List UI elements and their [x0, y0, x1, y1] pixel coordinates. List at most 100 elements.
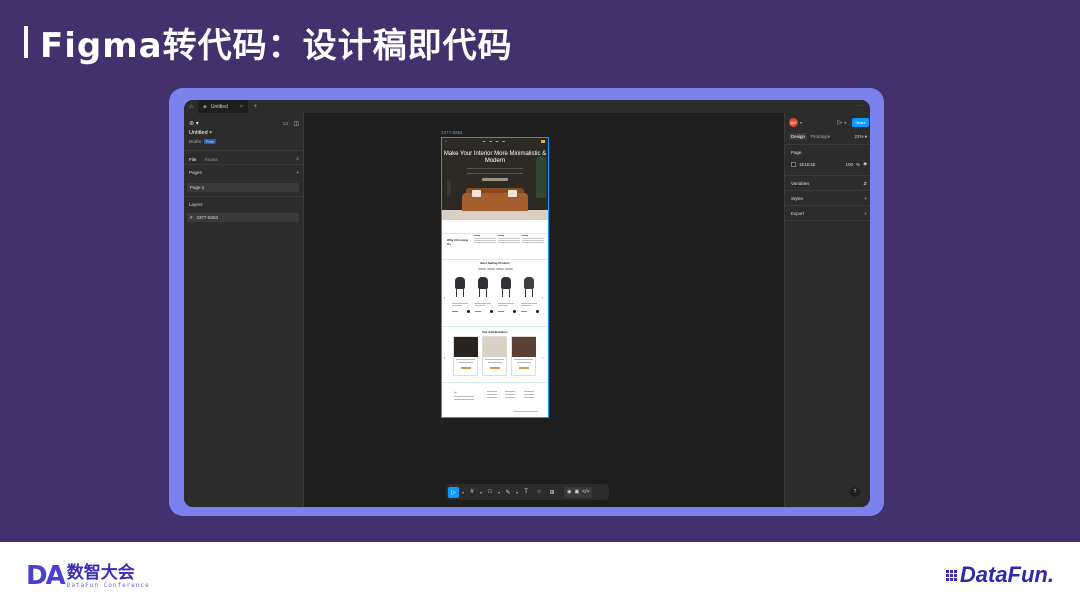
chevron-down-icon[interactable]: ▾ [480, 490, 482, 495]
pillow-image [472, 190, 481, 197]
variables-settings-icon[interactable]: ⇵ [863, 181, 867, 187]
add-export-icon[interactable]: + [864, 211, 867, 216]
file-info: Untitled ▾ Drafts Free [189, 130, 217, 144]
chevron-left-icon: ‹ [444, 355, 446, 360]
footer-text [454, 396, 474, 402]
divider [785, 205, 870, 206]
new-tab-button[interactable]: + [254, 104, 258, 110]
search-icon[interactable]: ⌕ [296, 156, 299, 162]
panel-tabs: File Assets ⌕ [189, 156, 299, 162]
artboard[interactable]: ▪▪ ▬ ▬ ▬ ▬ Make Your Interior More Minimali… [441, 137, 549, 418]
da-logo-en: DataFun Conference [66, 581, 150, 589]
datafun-conference-logo: DA 数智大会 DataFun Conference [26, 560, 150, 592]
add-style-icon[interactable]: + [864, 196, 867, 201]
eye-icon[interactable]: ◉ [863, 161, 867, 167]
chevron-down-icon[interactable]: ▾ [844, 120, 846, 125]
feature-column: ▬▬▬ [474, 235, 498, 255]
dev-mode-icon[interactable]: </> [582, 489, 589, 495]
chevron-right-icon: › [542, 295, 544, 300]
site-logo: ▪▪ [445, 140, 447, 143]
help-icon[interactable]: ? [850, 487, 860, 497]
styles-row[interactable]: Styles + [791, 196, 867, 201]
product-info [498, 303, 514, 307]
tab-untitled[interactable]: ◈ Untitled × [198, 100, 248, 113]
drafts-label[interactable]: Drafts [189, 139, 201, 144]
tab-file[interactable]: File [189, 157, 196, 162]
page-item[interactable]: Page 1 [187, 183, 299, 192]
play-icon[interactable]: ▷ [838, 119, 843, 126]
more-icon[interactable]: ··· [856, 103, 864, 109]
layout-icon[interactable]: ▭ [283, 120, 289, 127]
move-tool-icon[interactable]: ▷ [448, 486, 459, 498]
why-title: Why Choosing Us [447, 238, 468, 246]
frame-layer-icon: # [190, 215, 193, 220]
tab-assets[interactable]: Assets [204, 157, 218, 162]
pages-label: Pages [189, 170, 202, 175]
lamp-image [447, 180, 451, 196]
figma-menu-icon[interactable]: ⊛ ▾ [189, 120, 199, 127]
close-tab-icon[interactable]: × [240, 104, 243, 110]
chevron-down-icon[interactable]: ▾ [498, 490, 500, 495]
layer-item[interactable]: # 2377-8253 [187, 213, 299, 222]
panel-toggle-icon[interactable]: ◫ [293, 120, 299, 127]
chevron-down-icon[interactable]: ▾ [462, 490, 464, 495]
layer-item-label: 2377-8253 [196, 215, 219, 220]
left-sidebar: ⊛ ▾ ▭ ◫ Untitled ▾ Drafts Free File Asse… [184, 113, 304, 507]
product-info [452, 303, 468, 307]
tab-design[interactable]: Design [789, 133, 808, 140]
feature-column: ▬▬▬ [498, 235, 522, 255]
right-panel-header: 用户 ▾ ▷ ▾ Share [789, 117, 869, 128]
products-title: Best Selling Product [480, 261, 510, 265]
product-image [522, 277, 536, 299]
styles-label: Styles [791, 196, 804, 201]
frame-label[interactable]: 2377-8253 [441, 130, 463, 135]
datafun-dots-icon [945, 569, 957, 581]
bottom-toolbar: ▷ ▾ # ▾ □ ▾ ✎ ▾ T ○ ⊞ ◉ ▣ </> [446, 484, 609, 500]
pen-tool-icon[interactable]: ✎ [503, 487, 513, 498]
inspector-tabs: Design Prototype 21% ▾ [789, 133, 867, 140]
product-price [521, 310, 539, 313]
product-image [453, 277, 467, 299]
drafts-row: Drafts Free [189, 139, 217, 144]
products-section: Best Selling Product ‹ › [442, 259, 548, 325]
chevron-down-icon[interactable]: ▾ [209, 130, 212, 136]
feature-column: ▬▬▬ [522, 235, 546, 255]
share-button[interactable]: Share [852, 118, 869, 127]
plan-badge: Free [204, 139, 217, 144]
text-tool-icon[interactable]: T [521, 487, 531, 498]
background-color-row: 1E1E1E 100 % ◉ [791, 160, 867, 168]
datafun-logo-text: DataFun. [959, 562, 1054, 587]
tab-prototype[interactable]: Prototype [811, 134, 830, 139]
comment-tool-icon[interactable]: ○ [534, 487, 544, 498]
divider [785, 220, 870, 221]
add-page-icon[interactable]: + [296, 170, 299, 175]
footer-column [505, 391, 515, 400]
chevron-down-icon[interactable]: ▾ [800, 120, 802, 125]
export-row[interactable]: Export + [791, 211, 867, 216]
background-hex-input[interactable]: 1E1E1E [799, 162, 816, 167]
chevron-left-icon: ‹ [444, 295, 446, 300]
site-footer: ▪▪▪ [442, 382, 548, 418]
hero-subtitle-lines [467, 168, 523, 174]
prototype-mode-icon[interactable]: ▣ [574, 489, 579, 495]
main-menu-row: ⊛ ▾ ▭ ◫ [189, 117, 299, 129]
avatar[interactable]: 用户 [789, 118, 798, 127]
color-swatch[interactable] [791, 161, 796, 167]
home-icon[interactable]: ⌂ [184, 100, 198, 113]
chevron-down-icon[interactable]: ▾ [516, 490, 518, 495]
product-price [452, 310, 470, 313]
background-opacity-input[interactable]: 100 [846, 162, 854, 167]
file-name[interactable]: Untitled ▾ [189, 130, 216, 136]
layers-label: Layers [189, 202, 203, 207]
frame-tool-icon[interactable]: # [467, 487, 477, 498]
divider [184, 150, 304, 151]
cart-icon [541, 140, 545, 143]
design-mode-icon[interactable]: ◉ [567, 489, 571, 495]
shape-tool-icon[interactable]: □ [485, 487, 495, 498]
canvas[interactable]: 2377-8253 ▪▪ ▬ ▬ ▬ ▬ Make Your Interior Mor… [304, 113, 784, 507]
actions-tool-icon[interactable]: ⊞ [547, 487, 557, 498]
da-logo-mark: DA [26, 561, 66, 591]
variables-row[interactable]: Variables ⇵ [791, 181, 867, 187]
zoom-level[interactable]: 21% ▾ [854, 134, 867, 140]
da-logo-text: 数智大会 DataFun Conference [67, 564, 150, 589]
